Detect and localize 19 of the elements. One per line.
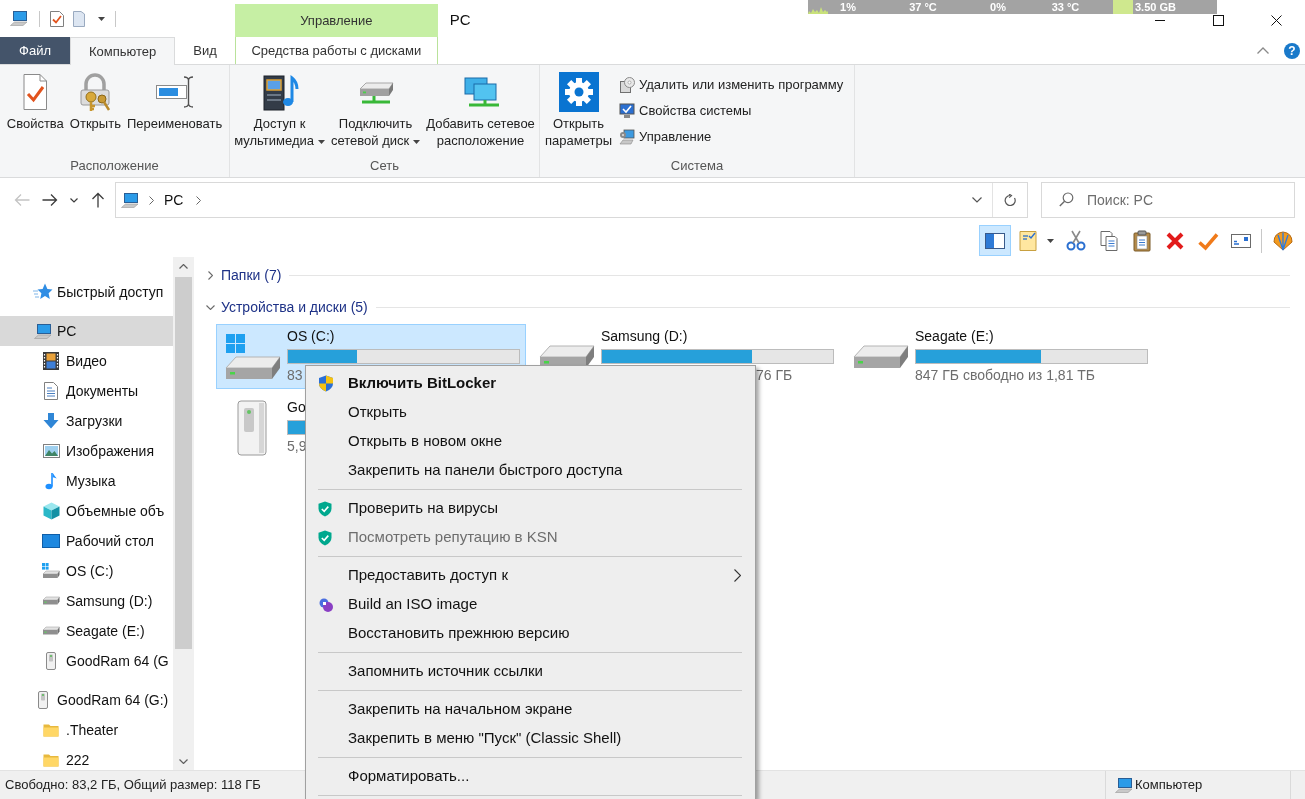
system-monitor-reading: 0% (989, 0, 1007, 14)
status-zone: Компьютер (1135, 776, 1203, 795)
ribbon-group-label: Сеть (370, 157, 399, 176)
system-monitor-reading: 3.50 GB (1134, 0, 1177, 14)
ribbon-group-label: Система (670, 157, 724, 176)
drive-name: Seagate (E:) (915, 327, 994, 346)
window-title: PC (449, 10, 471, 30)
drive-name: Samsung (D:) (601, 327, 688, 346)
system-monitor-reading: 37 °C (908, 0, 938, 14)
system-monitor-reading: 1% (839, 0, 857, 14)
system-monitor-reading: 33 °C (1050, 0, 1081, 14)
drive-free-space: 83 (287, 366, 303, 385)
contextual-tab-header: Управление (234, 4, 438, 37)
drive-name: Go (287, 398, 306, 417)
ribbon-group-label: Расположение (70, 157, 159, 176)
drive-free-space: 847 ГБ свободно из 1,81 ТБ (915, 366, 1096, 385)
status-text: Свободно: 83,2 ГБ, Общий размер: 118 ГБ (4, 776, 261, 795)
drive-free-space: 76 ГБ (756, 366, 793, 385)
drive-name: OS (C:) (287, 327, 335, 346)
